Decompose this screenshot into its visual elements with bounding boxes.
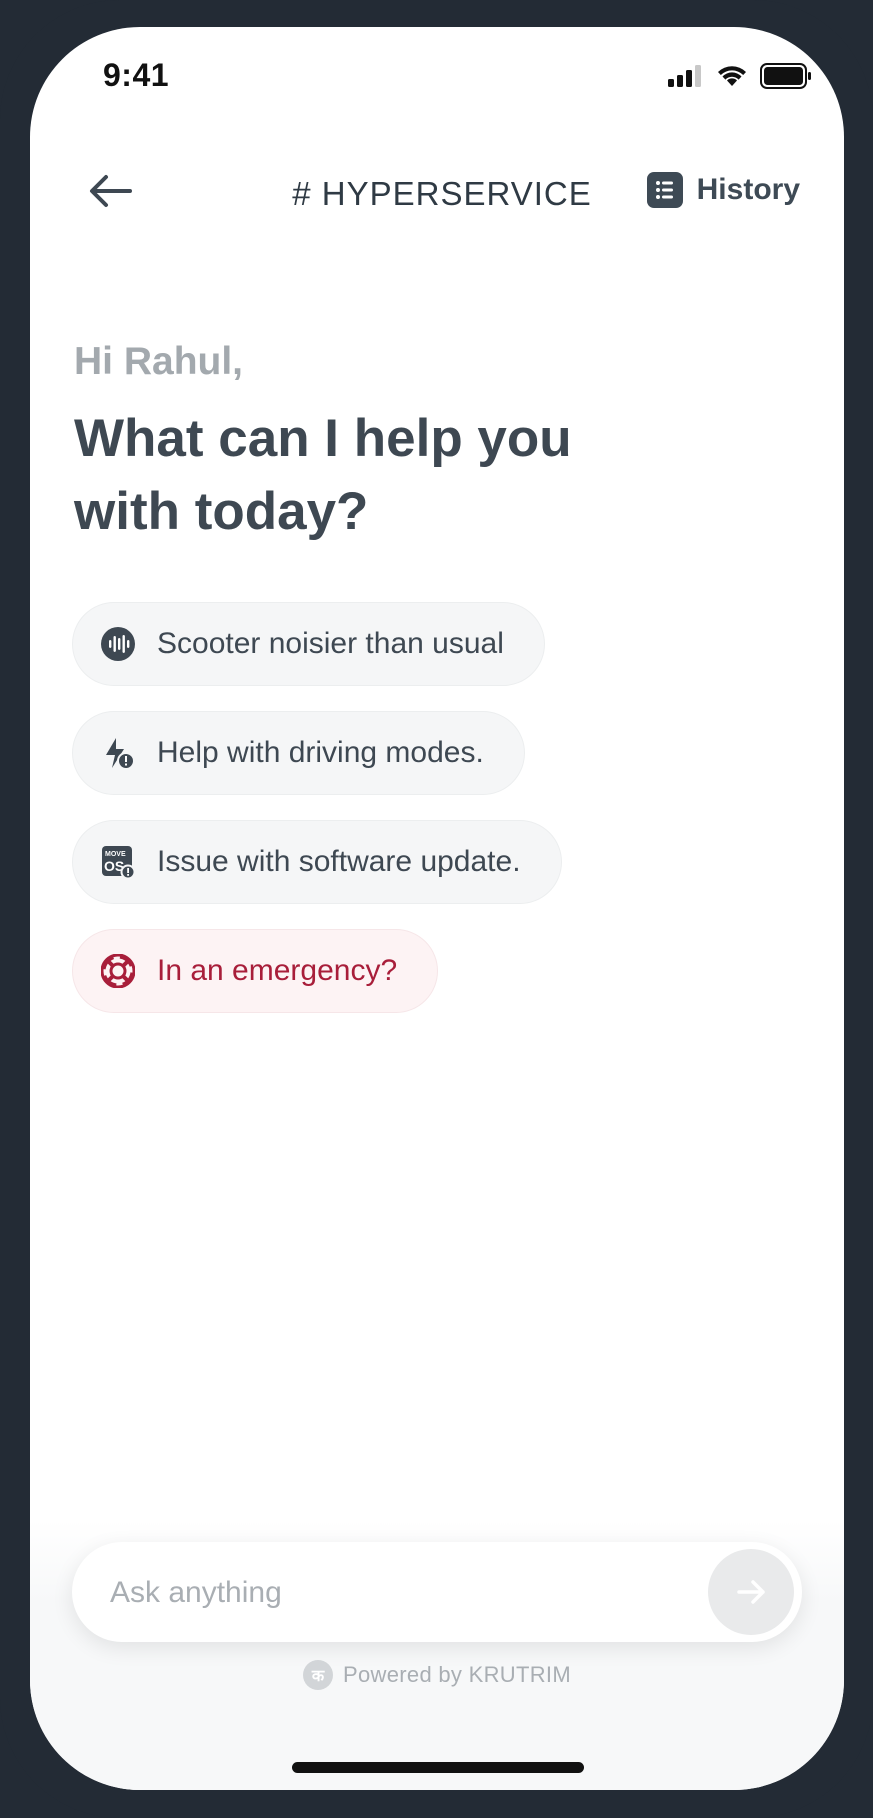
- ask-input-container: [72, 1542, 802, 1644]
- app-screen: 9:41 # HYPERSERVICE History Hi Rahul, Wh…: [30, 27, 844, 1790]
- history-label: History: [696, 173, 800, 206]
- powered-by-text: Powered by KRUTRIM: [343, 1662, 571, 1687]
- bolt-alert-icon: [101, 736, 135, 770]
- chip-label: Scooter noisier than usual: [157, 627, 504, 660]
- suggestion-chip-software-update[interactable]: MOVE OS Issue with software update.: [72, 820, 562, 904]
- battery-icon: [760, 63, 811, 89]
- status-icons: [668, 63, 812, 89]
- arrow-right-icon: [737, 1580, 765, 1604]
- ask-input[interactable]: [108, 1542, 672, 1644]
- chip-label: Issue with software update.: [157, 845, 521, 878]
- krutrim-logo-icon: क: [303, 1660, 334, 1690]
- cellular-signal-icon: [668, 65, 701, 87]
- chip-label: Help with driving modes.: [157, 736, 484, 769]
- moveos-update-icon: MOVE OS: [101, 845, 135, 879]
- lifebuoy-icon: [101, 954, 135, 988]
- suggestion-chip-driving-modes[interactable]: Help with driving modes.: [72, 711, 525, 795]
- send-button[interactable]: [708, 1549, 794, 1635]
- list-icon: [646, 172, 683, 208]
- chip-label: In an emergency?: [157, 954, 398, 987]
- wifi-icon: [718, 66, 746, 86]
- suggestion-chip-emergency[interactable]: In an emergency?: [72, 929, 439, 1013]
- sound-wave-icon: [101, 627, 135, 661]
- home-indicator[interactable]: [292, 1762, 584, 1773]
- powered-by: क Powered by KRUTRIM: [30, 1660, 844, 1690]
- svg-text:MOVE: MOVE: [105, 851, 126, 858]
- headline-question: What can I help you with today?: [74, 409, 572, 541]
- history-button[interactable]: History: [646, 172, 800, 208]
- greeting-text: Hi Rahul,: [74, 340, 244, 383]
- status-time: 9:41: [103, 57, 170, 93]
- suggestion-chip-scooter-noise[interactable]: Scooter noisier than usual: [72, 602, 545, 686]
- phone-frame: 9:41 # HYPERSERVICE History Hi Rahul, Wh…: [0, 0, 873, 1818]
